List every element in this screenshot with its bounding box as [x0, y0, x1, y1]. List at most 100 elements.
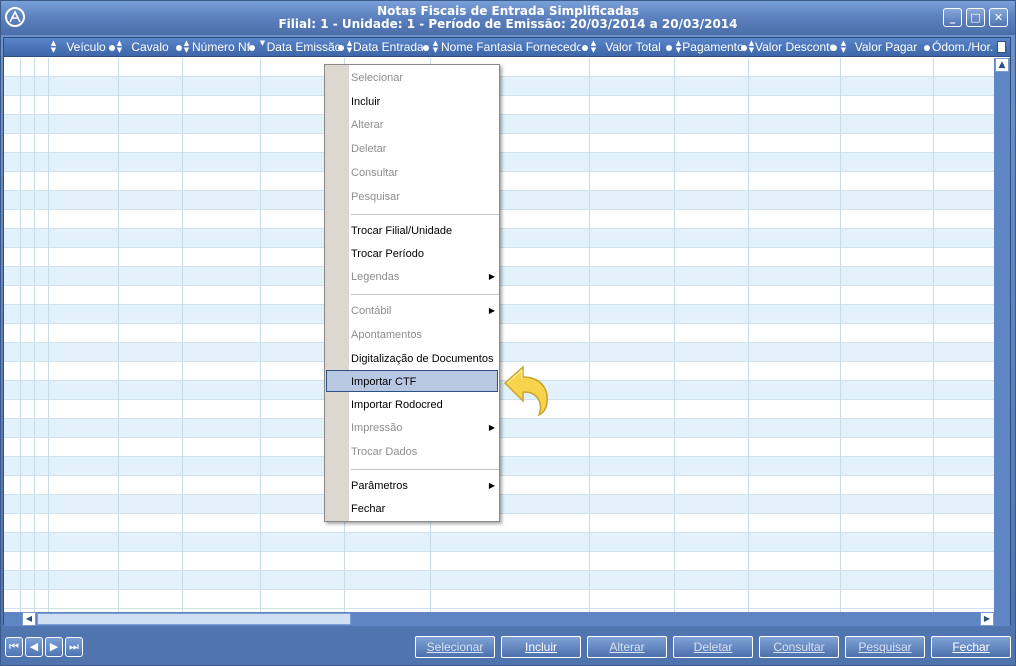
column-header-veiculo[interactable]: Veículo: [58, 38, 114, 57]
sort-icon[interactable]: ▲ ▼: [748, 40, 755, 54]
menu-icon-gutter: [325, 65, 349, 521]
sort-icon[interactable]: ▲ ▼: [432, 40, 439, 54]
menu-item-contabil[interactable]: Contábil ▶: [351, 301, 497, 321]
next-record-button[interactable]: ▶: [45, 637, 63, 657]
menu-item-digitalizacao[interactable]: Digitalização de Documentos: [351, 349, 497, 369]
menu-item-fechar[interactable]: Fechar: [351, 499, 497, 519]
scroll-left-button[interactable]: ◀: [22, 612, 36, 626]
menu-item-incluir[interactable]: Incluir: [351, 92, 497, 112]
last-record-button[interactable]: ⏭: [65, 637, 83, 657]
column-divider: [933, 58, 934, 612]
submenu-arrow-icon: ▶: [488, 481, 495, 490]
scroll-up-button[interactable]: ▲: [995, 58, 1009, 72]
menu-item-apontamentos[interactable]: Apontamentos: [351, 325, 497, 345]
fechar-button[interactable]: Fechar: [931, 636, 1011, 658]
scroll-corner: [994, 612, 1010, 626]
filter-icon[interactable]: [176, 45, 182, 51]
menu-item-selecionar[interactable]: Selecionar: [351, 68, 497, 88]
menu-separator: [351, 214, 499, 215]
alterar-button[interactable]: Alterar: [587, 636, 667, 658]
column-header-data-entrada[interactable]: Data Entrada: [353, 38, 423, 57]
sort-icon[interactable]: ▲ ▼: [590, 40, 597, 54]
scroll-right-button[interactable]: ▶: [980, 612, 994, 626]
menu-item-trocar-periodo[interactable]: Trocar Período: [351, 244, 497, 264]
incluir-button[interactable]: Incluir: [501, 636, 581, 658]
filter-icon[interactable]: [423, 45, 429, 51]
close-button[interactable]: ✕: [989, 8, 1008, 27]
sort-icon[interactable]: ▲ ▼: [840, 40, 847, 54]
column-divider: [674, 58, 675, 612]
column-header-numero-nf[interactable]: Número Nf: [190, 38, 252, 57]
column-header-valor-desconto[interactable]: Valor Desconto: [755, 38, 835, 57]
consultar-button[interactable]: Consultar: [759, 636, 839, 658]
menu-item-alterar[interactable]: Alterar: [351, 115, 497, 135]
table-row[interactable]: [4, 571, 994, 590]
menu-item-deletar[interactable]: Deletar: [351, 139, 497, 159]
filter-icon[interactable]: [831, 45, 837, 51]
filter-icon[interactable]: [666, 45, 672, 51]
menu-item-importar-rodocred[interactable]: Importar Rodocred: [351, 395, 497, 415]
menu-item-label: Parâmetros: [351, 480, 408, 492]
menu-item-trocar-dados[interactable]: Trocar Dados: [351, 442, 497, 462]
menu-separator: [351, 294, 499, 295]
menu-item-consultar[interactable]: Consultar: [351, 163, 497, 183]
column-header-odometro[interactable]: Ódom./Hor. I: [932, 38, 996, 57]
column-chooser-icon[interactable]: [997, 41, 1006, 53]
main-window: Notas Fiscais de Entrada Simplificadas F…: [0, 0, 1016, 666]
maximize-button[interactable]: □: [966, 8, 985, 27]
first-record-button[interactable]: ⏮: [5, 637, 23, 657]
sort-icon[interactable]: ▲ ▼: [50, 40, 57, 54]
sort-icon[interactable]: ▲ ▼: [675, 40, 682, 54]
context-menu: Selecionar Incluir Alterar Deletar Consu…: [324, 64, 500, 522]
data-grid: ▲ ▼ Veículo ▲ ▼ Cavalo ▲ ▼ Número Nf ▼ Data…: [3, 37, 1011, 626]
sort-icon[interactable]: ▲ ▼: [183, 40, 190, 54]
filter-icon[interactable]: [109, 45, 115, 51]
menu-item-label: Legendas: [351, 271, 400, 283]
prev-record-button[interactable]: ◀: [25, 637, 43, 657]
menu-item-parametros[interactable]: Parâmetros ▶: [351, 476, 497, 496]
menu-item-importar-ctf[interactable]: Importar CTF: [351, 372, 497, 392]
scroll-thumb[interactable]: [37, 613, 351, 625]
deletar-button[interactable]: Deletar: [673, 636, 753, 658]
submenu-arrow-icon: ▶: [488, 272, 495, 281]
filter-icon[interactable]: [582, 45, 588, 51]
menu-item-impressao[interactable]: Impressão ▶: [351, 418, 497, 438]
menu-item-trocar-filial[interactable]: Trocar Filial/Unidade: [351, 221, 497, 241]
table-row[interactable]: [4, 552, 994, 571]
curved-arrow-pointer-icon: [501, 361, 553, 417]
column-header-nome-fantasia[interactable]: Nome Fantasia Fornecedor: [441, 38, 581, 57]
menu-item-legendas[interactable]: Legendas ▶: [351, 267, 497, 287]
column-divider: [840, 58, 841, 612]
column-header-pagamento[interactable]: Pagamento: [682, 38, 744, 57]
pesquisar-button[interactable]: Pesquisar: [845, 636, 925, 658]
horizontal-scrollbar[interactable]: ◀ ▶: [22, 612, 994, 626]
column-header-data-emissao[interactable]: Data Emissão: [266, 38, 342, 57]
filter-icon[interactable]: [249, 45, 255, 51]
grid-header: ▲ ▼ Veículo ▲ ▼ Cavalo ▲ ▼ Número Nf ▼ Data…: [4, 38, 1010, 57]
window-title: Notas Fiscais de Entrada Simplificadas: [377, 4, 639, 18]
filter-icon[interactable]: [338, 45, 344, 51]
column-header-valor-total[interactable]: Valor Total: [599, 38, 667, 57]
menu-item-label: Contábil: [351, 305, 392, 317]
column-divider: [182, 58, 183, 612]
menu-item-pesquisar[interactable]: Pesquisar: [351, 187, 497, 207]
sort-icon[interactable]: ▲ ▼: [116, 40, 123, 54]
column-divider: [48, 58, 49, 612]
scroll-spacer: [4, 612, 22, 626]
minimize-button[interactable]: _: [943, 8, 962, 27]
column-header-cavalo[interactable]: Cavalo: [124, 38, 176, 57]
table-row[interactable]: [4, 590, 994, 609]
column-header-valor-pagar[interactable]: Valor Pagar: [849, 38, 923, 57]
sort-icon[interactable]: ▲ ▼: [346, 40, 353, 54]
filter-icon[interactable]: [741, 45, 747, 51]
menu-item-label: Impressão: [351, 422, 403, 434]
selecionar-button[interactable]: Selecionar: [415, 636, 495, 658]
column-divider: [748, 58, 749, 612]
submenu-arrow-icon: ▶: [488, 423, 495, 432]
column-divider: [589, 58, 590, 612]
vertical-scrollbar[interactable]: ▲: [994, 58, 1010, 612]
table-row[interactable]: [4, 533, 994, 552]
sort-desc-icon[interactable]: ▼: [259, 40, 266, 54]
filter-icon[interactable]: [924, 45, 930, 51]
submenu-arrow-icon: ▶: [488, 306, 495, 315]
